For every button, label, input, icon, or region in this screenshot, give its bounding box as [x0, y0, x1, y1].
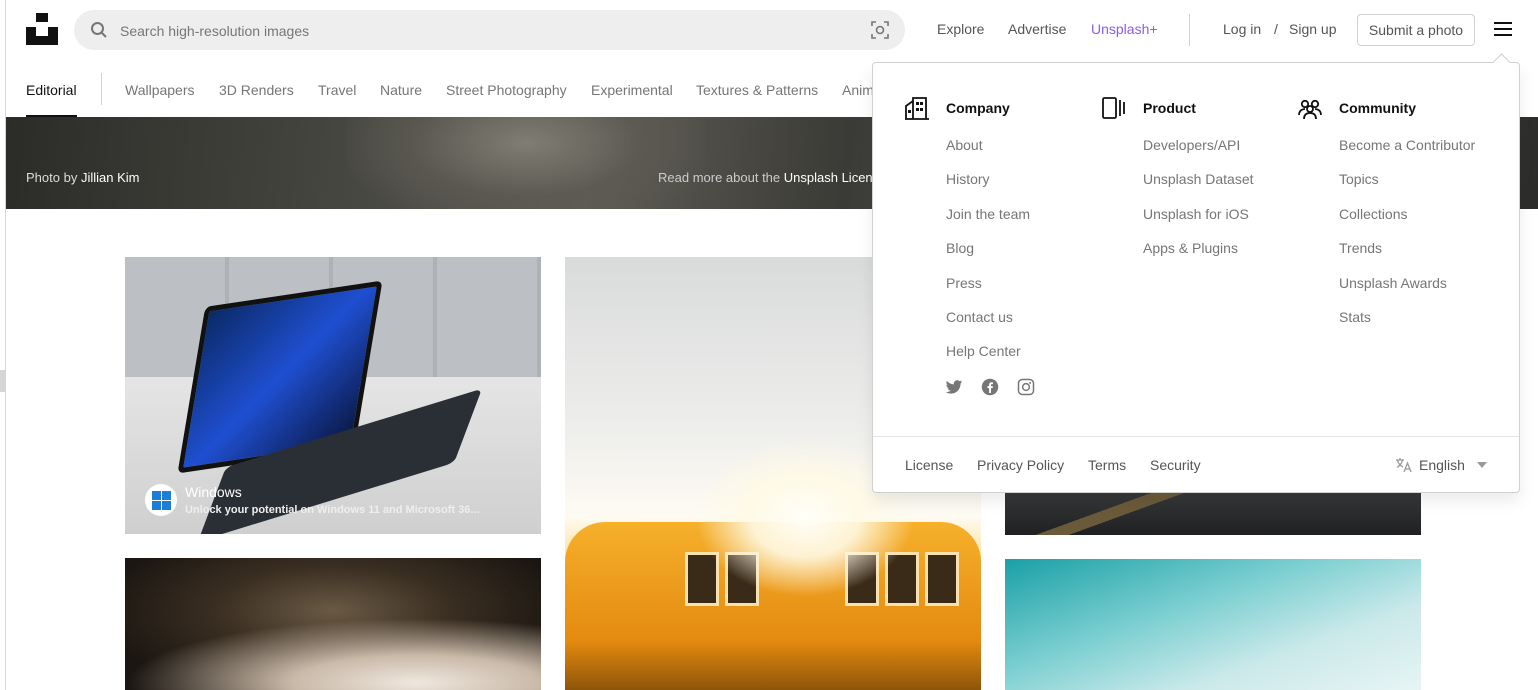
menu-item-join-team[interactable]: Join the team: [946, 206, 1030, 222]
chevron-down-icon: [1476, 462, 1487, 468]
photo-blurred-flowers[interactable]: [125, 558, 541, 690]
footer-license-link[interactable]: License: [905, 457, 953, 473]
license-note: Read more about the Unsplash Licen: [658, 170, 873, 185]
menu-item-contact[interactable]: Contact us: [946, 309, 1013, 325]
topic-travel[interactable]: Travel: [318, 82, 356, 98]
topic-nature[interactable]: Nature: [380, 82, 422, 98]
road-line: [1005, 486, 1421, 535]
hero-photo: [346, 117, 706, 209]
photographer-link[interactable]: Jillian Kim: [81, 170, 140, 185]
topic-editorial[interactable]: Editorial: [26, 82, 77, 98]
topic-3d-renders[interactable]: 3D Renders: [219, 82, 294, 98]
menu-item-history[interactable]: History: [946, 171, 990, 187]
license-prefix: Read more about the: [658, 170, 781, 185]
building-icon: [905, 97, 929, 120]
license-link[interactable]: Unsplash Licen: [784, 170, 873, 185]
topic-street-photography[interactable]: Street Photography: [446, 82, 567, 98]
menu-item-become-contributor[interactable]: Become a Contributor: [1339, 137, 1475, 153]
menu-item-topics[interactable]: Topics: [1339, 171, 1379, 187]
footer-privacy-link[interactable]: Privacy Policy: [977, 457, 1064, 473]
instagram-icon[interactable]: [1017, 378, 1035, 396]
menu-item-blog[interactable]: Blog: [946, 240, 974, 256]
photo-road[interactable]: [1005, 486, 1421, 535]
photo-teal-sky[interactable]: [1005, 559, 1421, 690]
nav-unsplash-plus[interactable]: Unsplash+: [1091, 21, 1158, 37]
ad-photo-windows[interactable]: Windows Unlock your potential on Windows…: [125, 257, 541, 534]
search-input[interactable]: [118, 10, 862, 52]
language-label: English: [1419, 457, 1465, 473]
menu-item-apps-plugins[interactable]: Apps & Plugins: [1143, 240, 1238, 256]
main-dropdown-menu: Company About History Join the team Blog…: [872, 53, 1520, 493]
menu-item-ios[interactable]: Unsplash for iOS: [1143, 206, 1249, 222]
product-heading: Product: [1143, 100, 1196, 116]
ad-subtitle: Unlock your potential on Windows 11 and …: [185, 504, 480, 516]
people-icon: [1298, 99, 1322, 120]
menu-item-about[interactable]: About: [946, 137, 983, 153]
topic-textures-patterns[interactable]: Textures & Patterns: [696, 82, 818, 98]
ad-title[interactable]: Windows: [185, 484, 242, 500]
language-selector[interactable]: English: [1395, 457, 1487, 473]
community-heading: Community: [1339, 100, 1416, 116]
device-icon: [1102, 97, 1125, 119]
topic-experimental[interactable]: Experimental: [591, 82, 673, 98]
bokeh: [125, 618, 541, 690]
menu-item-trends[interactable]: Trends: [1339, 240, 1382, 256]
menu-item-developers-api[interactable]: Developers/API: [1143, 137, 1240, 153]
nav-explore[interactable]: Explore: [937, 21, 984, 37]
facebook-icon[interactable]: [981, 378, 999, 396]
menu-divider: [873, 436, 1519, 437]
menu-item-collections[interactable]: Collections: [1339, 206, 1407, 222]
header-divider: [1189, 14, 1190, 46]
footer-terms-link[interactable]: Terms: [1088, 457, 1126, 473]
credit-by-word: by: [63, 170, 78, 185]
company-heading: Company: [946, 100, 1010, 116]
topic-divider: [101, 73, 102, 105]
signup-link[interactable]: Sign up: [1289, 21, 1336, 37]
menu-item-unsplash-awards[interactable]: Unsplash Awards: [1339, 275, 1447, 291]
hamburger-menu-icon[interactable]: [1494, 21, 1512, 37]
visual-search-icon[interactable]: [871, 21, 889, 39]
menu-item-press[interactable]: Press: [946, 275, 982, 291]
credit-photo-word: Photo: [26, 170, 60, 185]
photo-credit: Photo by Jillian Kim: [26, 170, 139, 185]
login-link[interactable]: Log in: [1223, 21, 1261, 37]
top-header: Explore Advertise Unsplash+ Log in / Sig…: [6, 0, 1538, 60]
topic-wallpapers[interactable]: Wallpapers: [125, 82, 195, 98]
nav-advertise[interactable]: Advertise: [1008, 21, 1066, 37]
edge-marker: [0, 370, 6, 392]
translate-icon: [1396, 458, 1412, 473]
auth-separator: /: [1274, 21, 1278, 37]
twitter-icon[interactable]: [945, 378, 963, 396]
footer-security-link[interactable]: Security: [1150, 457, 1201, 473]
menu-item-dataset[interactable]: Unsplash Dataset: [1143, 171, 1254, 187]
submit-photo-button[interactable]: Submit a photo: [1357, 14, 1475, 46]
search-icon[interactable]: [90, 21, 108, 39]
menu-item-help-center[interactable]: Help Center: [946, 343, 1021, 359]
menu-item-stats[interactable]: Stats: [1339, 309, 1371, 325]
windows-logo-icon[interactable]: [145, 484, 177, 516]
van-window: [925, 552, 959, 606]
unsplash-logo-icon[interactable]: [26, 13, 58, 45]
search-bar: [74, 10, 905, 52]
topic-animals[interactable]: Anim: [842, 82, 874, 98]
